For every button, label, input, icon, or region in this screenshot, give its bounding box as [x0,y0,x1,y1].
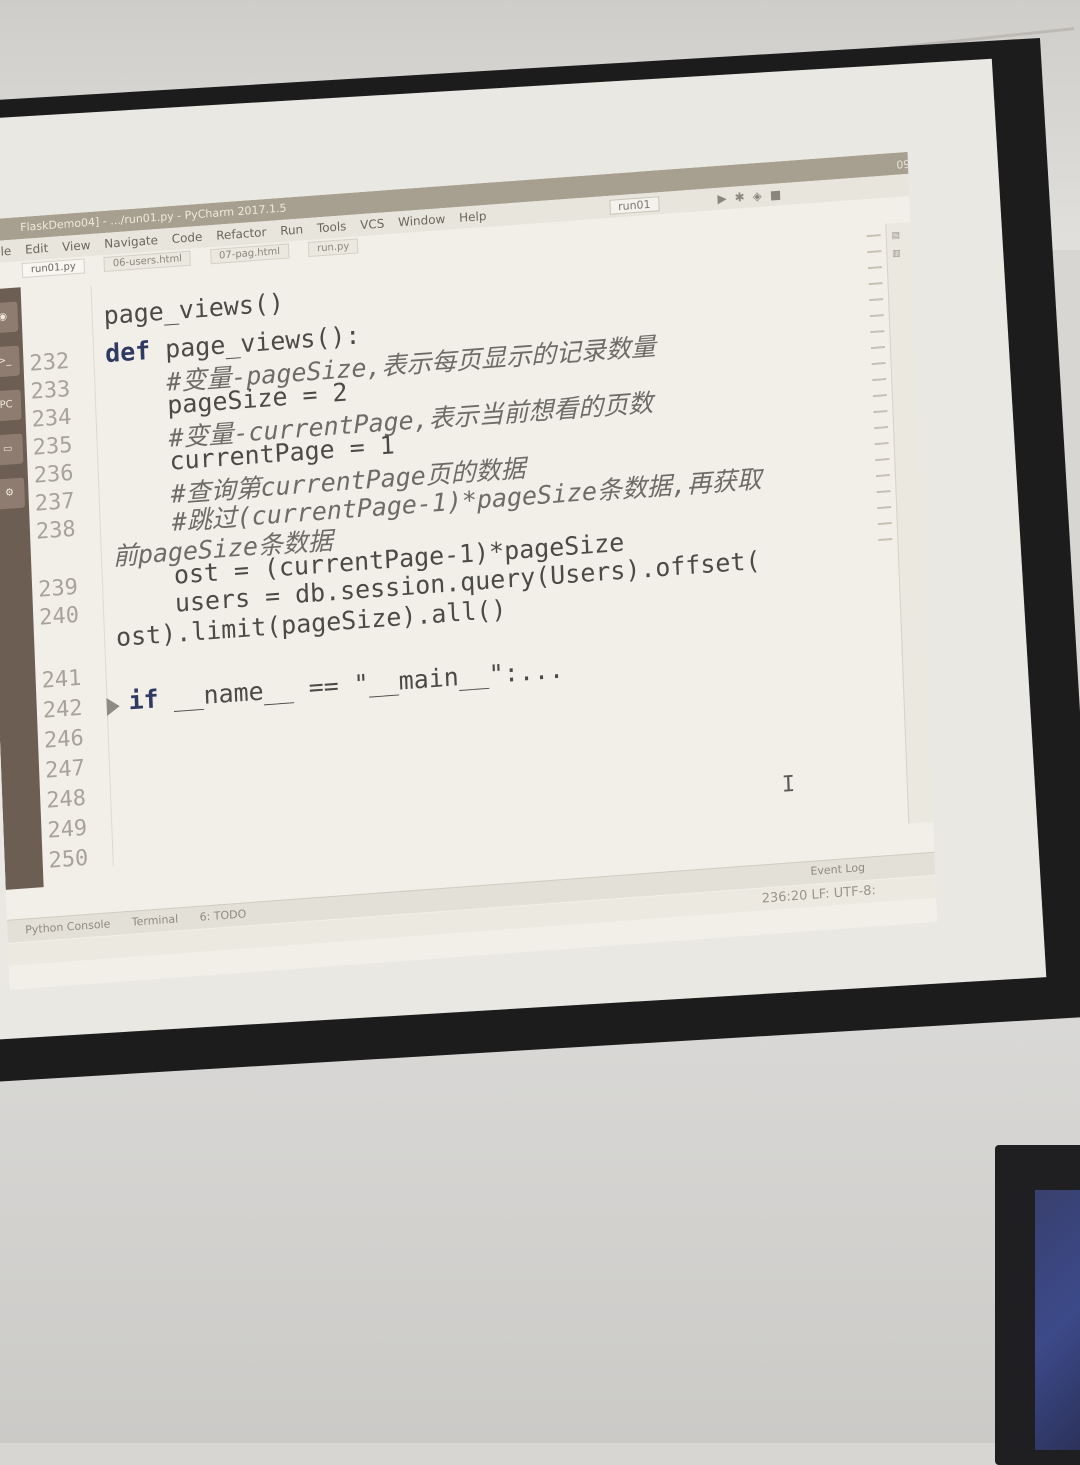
menu-window[interactable]: Window [398,212,446,229]
line-number: 242 [42,695,83,724]
tab-run[interactable]: run.py [307,238,359,258]
event-log-tab[interactable]: Event Log [810,857,865,883]
files-tool-icon[interactable]: ▭ [0,433,24,466]
line-number: 247 [44,755,86,784]
wall [0,1020,1080,1443]
line-number: 236 [33,460,74,489]
debug-icon[interactable]: ✱ [734,189,753,204]
line-number: 246 [43,725,85,754]
line-number: 240 [38,602,80,631]
database-tool-tab[interactable]: ▤ [891,231,901,242]
tab-07-pag[interactable]: 07-pag.html [209,243,290,265]
caret-position[interactable]: 236:20 [761,888,807,906]
project-tool-icon[interactable]: ◉ [0,301,19,334]
menu-navigate[interactable]: Navigate [104,233,158,251]
tab-run01[interactable]: run01.py [21,258,86,279]
line-number: 241 [41,665,82,694]
menu-refactor[interactable]: Refactor [216,225,267,243]
line-number: 238 [35,516,77,545]
python-console-tab[interactable]: Python Console [25,917,111,936]
menu-tools[interactable]: Tools [317,219,347,235]
terminal-tool-icon[interactable]: >_ [0,345,20,378]
stop-icon[interactable]: ■ [770,187,790,202]
monitor-display [1035,1190,1080,1450]
terminal-tab[interactable]: Terminal [132,912,179,928]
line-number: 239 [37,574,79,603]
run-icon[interactable]: ▶ [717,191,735,206]
line-number: 235 [32,432,73,461]
mouse-text-cursor-icon: I [781,771,796,798]
menu-file[interactable]: File [0,244,12,259]
menu-code[interactable]: Code [171,230,202,246]
code-line[interactable]: if __name__ == "__main__":... [128,654,564,715]
breadcrumb-function[interactable]: page_views() [103,288,284,330]
pycharm-window: FlaskDemo04] - .../run01.py - PyCharm 20… [0,151,938,990]
line-number: 250 [48,845,89,874]
pycharm-icon[interactable]: PC [0,389,22,422]
line-number: 234 [31,404,72,433]
settings-tool-icon[interactable]: ⚙ [0,477,26,510]
coverage-icon[interactable]: ◈ [752,188,770,203]
menu-vcs[interactable]: VCS [360,216,385,232]
file-encoding[interactable]: UTF-8: [833,883,876,901]
line-number: 248 [45,785,87,814]
line-number: 249 [47,815,88,844]
line-number: 237 [34,488,76,517]
menu-run[interactable]: Run [280,222,303,238]
line-number: 232 [29,348,70,377]
structure-tool-tab[interactable]: ▥ [891,249,901,260]
menu-view[interactable]: View [62,238,91,254]
menu-help[interactable]: Help [459,209,487,225]
todo-tab[interactable]: 6: TODO [199,907,246,923]
menu-edit[interactable]: Edit [25,241,49,257]
line-number: 233 [30,376,71,405]
line-separator[interactable]: LF: [811,887,830,903]
run-gutter-icon[interactable] [106,697,121,717]
